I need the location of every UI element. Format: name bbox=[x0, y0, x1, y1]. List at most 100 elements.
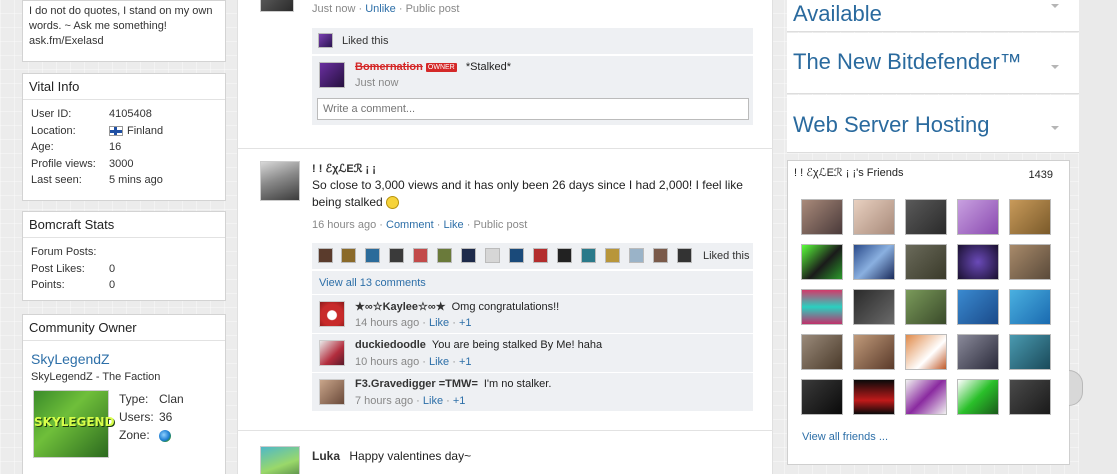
clan-image[interactable]: SKYLEGEND bbox=[33, 390, 115, 458]
friend-avatar[interactable] bbox=[853, 379, 895, 415]
friend-avatar[interactable] bbox=[957, 289, 999, 325]
chevron-down-icon[interactable] bbox=[1051, 65, 1059, 69]
liker-avatar[interactable] bbox=[365, 248, 380, 263]
liker-avatar[interactable] bbox=[509, 248, 524, 263]
liker-avatar[interactable] bbox=[461, 248, 476, 263]
vital-row: Location: Finland bbox=[23, 123, 225, 140]
vital-value: 3000 bbox=[109, 157, 134, 170]
commenter-name[interactable]: duckiedoodle bbox=[355, 339, 426, 351]
plus-one-link[interactable]: +1 bbox=[459, 356, 472, 368]
friend-avatar[interactable] bbox=[905, 199, 947, 235]
friend-avatar[interactable] bbox=[905, 244, 947, 280]
post-body: So close to 3,000 views and it has only … bbox=[312, 177, 752, 211]
friend-avatar[interactable] bbox=[1009, 334, 1051, 370]
ad-item[interactable]: Available bbox=[787, 0, 1079, 32]
chevron-down-icon[interactable] bbox=[1051, 126, 1059, 130]
liker-avatar[interactable] bbox=[437, 248, 452, 263]
commenter-avatar[interactable] bbox=[319, 340, 345, 366]
vital-value: 16 bbox=[109, 141, 122, 153]
comment-like-link[interactable]: Like bbox=[423, 395, 443, 407]
post-author[interactable]: Luka bbox=[312, 449, 340, 463]
liker-avatar[interactable] bbox=[485, 248, 500, 263]
friend-avatar[interactable] bbox=[801, 379, 843, 415]
view-all-comments-link[interactable]: View all 13 comments bbox=[319, 277, 426, 289]
unlike-link[interactable]: Unlike bbox=[365, 3, 396, 15]
vital-row: User ID: 4105408 bbox=[23, 106, 225, 123]
likers-bar: Liked this bbox=[312, 243, 753, 269]
friend-avatar[interactable] bbox=[853, 289, 895, 325]
friend-avatar[interactable] bbox=[801, 334, 843, 370]
liker-avatar[interactable] bbox=[413, 248, 428, 263]
comment-like-link[interactable]: Like bbox=[429, 317, 449, 329]
vital-label: Profile views: bbox=[31, 157, 96, 170]
plus-one-link[interactable]: +1 bbox=[453, 395, 466, 407]
vital-row: Last seen: 5 mins ago bbox=[23, 172, 225, 189]
liker-avatar[interactable] bbox=[677, 248, 692, 263]
ad-item[interactable]: Web Server Hosting bbox=[787, 95, 1079, 153]
friends-title: ! ! ℰχℒΕℛ ¡ ¡'s Friends bbox=[794, 167, 904, 179]
friend-avatar[interactable] bbox=[905, 334, 947, 370]
friend-avatar[interactable] bbox=[957, 244, 999, 280]
comment-time: 10 hours ago bbox=[355, 356, 420, 368]
post-avatar[interactable] bbox=[260, 161, 300, 201]
post-avatar[interactable] bbox=[260, 446, 300, 474]
comment-time: 14 hours ago bbox=[355, 317, 420, 329]
liked-this-label: Liked this bbox=[703, 250, 750, 262]
commenter-avatar[interactable] bbox=[319, 301, 345, 327]
liker-avatar[interactable] bbox=[533, 248, 548, 263]
liker-avatar[interactable] bbox=[389, 248, 404, 263]
chevron-down-icon[interactable] bbox=[1051, 4, 1059, 8]
post-text: So close to 3,000 views and it has only … bbox=[312, 178, 743, 209]
view-all-friends-link[interactable]: View all friends ... bbox=[802, 431, 888, 443]
comment-like-link[interactable]: Like bbox=[429, 356, 449, 368]
ad-title[interactable]: Web Server Hosting bbox=[793, 112, 989, 138]
friend-avatar[interactable] bbox=[1009, 289, 1051, 325]
commenter-avatar[interactable] bbox=[319, 379, 345, 405]
friend-avatar[interactable] bbox=[957, 334, 999, 370]
friend-avatar[interactable] bbox=[801, 244, 843, 280]
liker-avatar[interactable] bbox=[341, 248, 356, 263]
commenter-name[interactable]: ★∞☆Kaylee☆∞★ bbox=[355, 301, 446, 313]
commenter-name[interactable]: Bomernation bbox=[355, 61, 423, 73]
post-meta: Just now · Unlike · Public post bbox=[312, 3, 460, 15]
comment-text: You are being stalked By Me! haha bbox=[431, 339, 603, 351]
post-author[interactable]: ! ! ℰχℒΕℛ ¡ ¡ bbox=[312, 162, 376, 175]
ad-item[interactable]: The New Bitdefender™ bbox=[787, 33, 1079, 94]
friend-avatar[interactable] bbox=[1009, 379, 1051, 415]
post-avatar[interactable] bbox=[260, 0, 294, 12]
friend-avatar[interactable] bbox=[957, 379, 999, 415]
friend-avatar[interactable] bbox=[853, 334, 895, 370]
stats-value: 0 bbox=[109, 262, 116, 275]
friend-avatar[interactable] bbox=[853, 199, 895, 235]
friend-avatar[interactable] bbox=[1009, 199, 1051, 235]
ad-title[interactable]: Available bbox=[793, 1, 882, 27]
friend-avatar[interactable] bbox=[905, 289, 947, 325]
friend-avatar[interactable] bbox=[1009, 244, 1051, 280]
vital-label: Last seen: bbox=[31, 174, 82, 186]
community-link[interactable]: SkyLegendZ bbox=[23, 341, 225, 367]
liker-avatar[interactable] bbox=[318, 33, 333, 48]
friend-avatar[interactable] bbox=[905, 379, 947, 415]
liker-avatar[interactable] bbox=[318, 248, 333, 263]
liked-this-label: Liked this bbox=[342, 35, 389, 47]
friend-avatar[interactable] bbox=[853, 244, 895, 280]
liker-avatar[interactable] bbox=[653, 248, 668, 263]
plus-one-link[interactable]: +1 bbox=[459, 317, 472, 329]
comment-link[interactable]: Comment bbox=[386, 219, 434, 231]
community-owner-title: Community Owner bbox=[23, 315, 225, 341]
clan-zone-label: Zone: bbox=[119, 428, 150, 442]
comment-input[interactable] bbox=[317, 98, 749, 120]
comment-time: Just now bbox=[355, 77, 399, 89]
liker-avatar[interactable] bbox=[605, 248, 620, 263]
clan-users-value: 36 bbox=[159, 410, 173, 424]
liker-avatar[interactable] bbox=[581, 248, 596, 263]
like-link[interactable]: Like bbox=[443, 219, 463, 231]
liker-avatar[interactable] bbox=[557, 248, 572, 263]
liker-avatar[interactable] bbox=[629, 248, 644, 263]
friend-avatar[interactable] bbox=[801, 289, 843, 325]
commenter-name[interactable]: F3.Gravedigger =TMW= bbox=[355, 378, 478, 390]
ad-title[interactable]: The New Bitdefender™ bbox=[793, 49, 1022, 75]
friend-avatar[interactable] bbox=[801, 199, 843, 235]
commenter-avatar[interactable] bbox=[319, 62, 345, 88]
friend-avatar[interactable] bbox=[957, 199, 999, 235]
